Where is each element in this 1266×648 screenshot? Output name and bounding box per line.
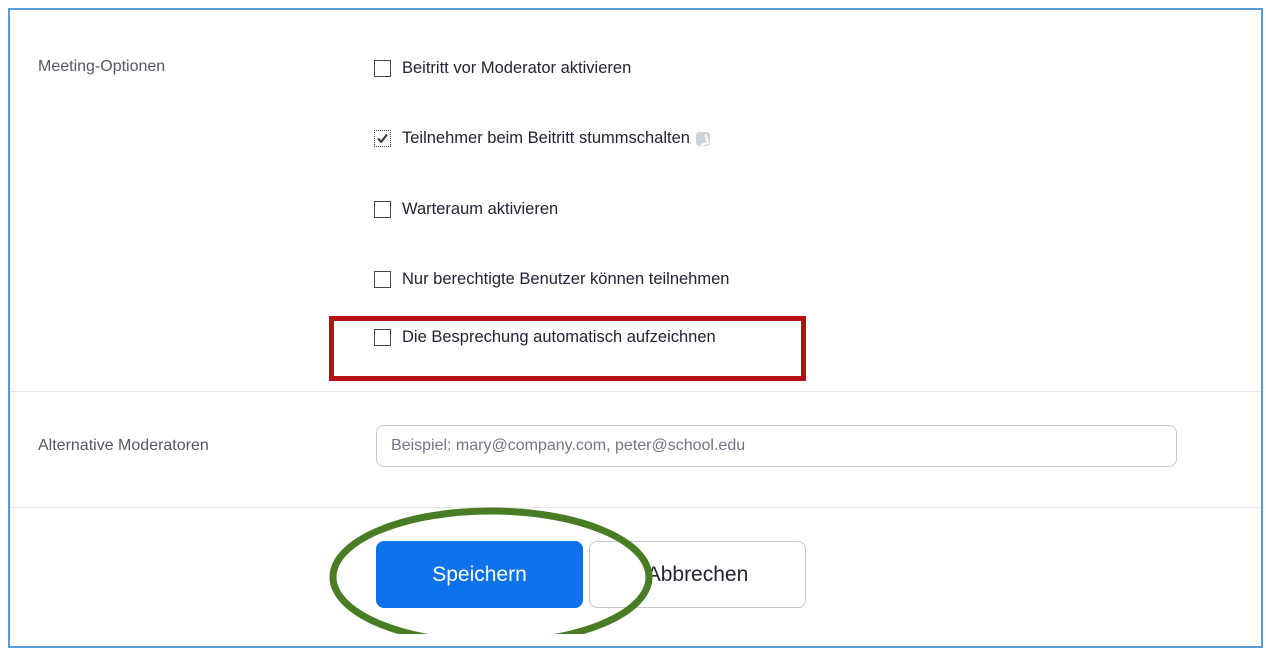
- alternative-hosts-label: Alternative Moderatoren: [38, 437, 209, 454]
- checkbox-authenticated-only[interactable]: [374, 271, 391, 288]
- section-divider: [10, 391, 1261, 392]
- option-label: Warteraum aktivieren: [402, 200, 559, 218]
- option-label: Nur berechtigte Benutzer können teilnehm…: [402, 270, 730, 288]
- option-mute-on-entry[interactable]: Teilnehmer beim Beitritt stummschalten: [374, 129, 710, 148]
- option-authenticated-only[interactable]: Nur berechtigte Benutzer können teilnehm…: [374, 270, 729, 289]
- info-icon[interactable]: [695, 131, 710, 146]
- option-label: Beitritt vor Moderator aktivieren: [402, 59, 632, 77]
- checkmark-icon: [377, 133, 388, 144]
- option-join-before-host[interactable]: Beitritt vor Moderator aktivieren: [374, 59, 631, 78]
- alternative-hosts-input[interactable]: [376, 425, 1177, 467]
- checkbox-waiting-room[interactable]: [374, 201, 391, 218]
- option-waiting-room[interactable]: Warteraum aktivieren: [374, 200, 558, 219]
- option-label: Teilnehmer beim Beitritt stummschalten: [402, 129, 690, 147]
- cancel-button[interactable]: Abbrechen: [589, 541, 806, 608]
- checkbox-mute-on-entry[interactable]: [374, 130, 391, 147]
- meeting-options-label: Meeting-Optionen: [38, 58, 166, 75]
- section-divider: [10, 507, 1261, 508]
- save-button[interactable]: Speichern: [376, 541, 583, 608]
- checkbox-join-before-host[interactable]: [374, 60, 391, 77]
- highlight-red-box: [329, 316, 806, 381]
